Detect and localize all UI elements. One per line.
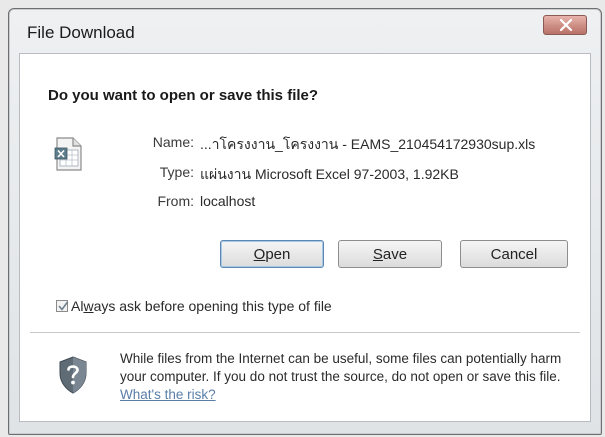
security-warning: While files from the Internet can be use… [120,350,580,404]
warning-message: While files from the Internet can be use… [120,351,562,384]
shield-question-icon [59,356,87,394]
always-ask-label: Always ask before opening this type of f… [71,298,332,314]
cancel-label: Cancel [490,245,538,263]
save-label-rest: ave [382,245,408,263]
from-label: From: [157,193,194,209]
open-label-rest: pen [265,245,291,263]
close-button[interactable] [543,15,587,35]
file-download-dialog: File Download Do you want to open or sav… [8,8,602,435]
save-button[interactable]: Save [338,240,442,268]
file-type-value: แผ่นงาน Microsoft Excel 97-2003, 1.92KB [200,166,459,182]
whats-the-risk-link[interactable]: What's the risk? [120,387,216,402]
title-bar[interactable]: File Download [9,9,601,53]
file-name-value: ...าโครงงาน_โครงงาน - EAMS_210454172930s… [200,136,536,152]
file-info-labels: Name: Type: From: [128,134,194,224]
cancel-button[interactable]: Cancel [460,240,568,268]
close-icon [559,19,573,31]
checkmark-icon [58,301,69,311]
open-button[interactable]: Open [220,240,324,268]
save-mnemonic: S [372,245,383,263]
window-title: File Download [27,23,135,42]
dialog-content: Do you want to open or save this file? N… [19,53,591,422]
open-mnemonic: O [253,245,266,263]
always-ask-checkbox[interactable] [56,300,69,312]
type-label: Type: [159,164,194,180]
excel-file-icon [54,137,82,171]
name-label: Name: [152,134,194,150]
always-ask-row[interactable]: Always ask before opening this type of f… [56,298,332,314]
question-heading: Do you want to open or save this file? [48,87,319,104]
file-source-value: localhost [200,193,256,209]
separator [30,332,580,333]
